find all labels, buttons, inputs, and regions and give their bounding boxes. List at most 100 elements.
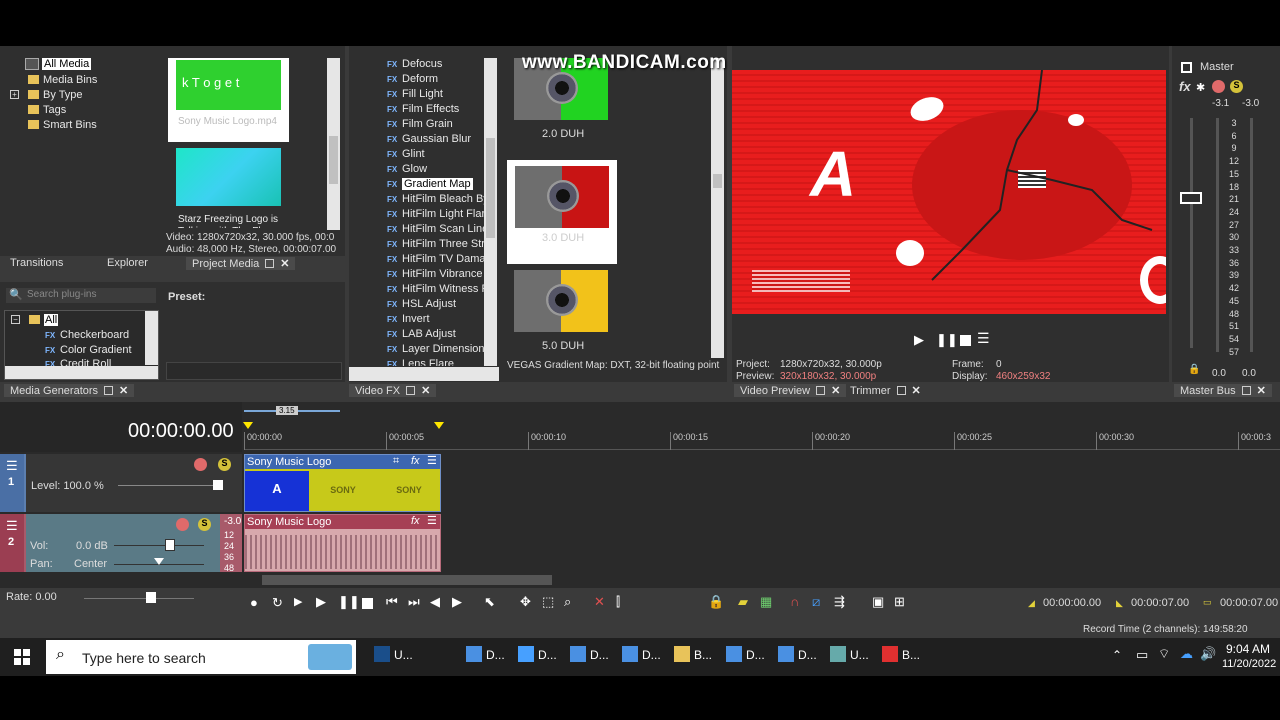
level-slider-thumb[interactable]: [213, 480, 223, 490]
scroll-thumb[interactable]: [486, 138, 495, 238]
track-menu-icon[interactable]: ☰: [6, 458, 18, 474]
taskbar-search[interactable]: ⌕ Type here to search: [46, 640, 356, 674]
vol-slider[interactable]: [114, 545, 204, 546]
fx-item[interactable]: FX Film Effects: [387, 103, 459, 115]
stop-icon[interactable]: [362, 598, 373, 609]
fx-item[interactable]: FX Glint: [387, 148, 425, 160]
close-icon[interactable]: ✕: [280, 257, 289, 270]
clock-time[interactable]: 9:04 AM: [1226, 642, 1270, 656]
collapse-icon[interactable]: −: [11, 315, 20, 324]
record-icon[interactable]: ●: [250, 595, 258, 610]
trim-icon[interactable]: ⫿: [616, 594, 620, 610]
tab-transitions[interactable]: Transitions: [10, 257, 63, 269]
fx-item[interactable]: FX HitFilm Three Stri: [387, 238, 485, 250]
taskbar-app[interactable]: U...: [374, 646, 413, 670]
selection-tool-icon[interactable]: ⬚: [542, 594, 554, 610]
pan-slider-thumb[interactable]: [154, 558, 164, 565]
taskbar-app[interactable]: D...: [726, 646, 765, 670]
generator-checkerboard[interactable]: FX Checkerboard: [45, 329, 129, 341]
close-icon[interactable]: ✕: [831, 384, 840, 397]
solo-icon[interactable]: S: [198, 518, 211, 531]
master-toggle-icon[interactable]: [1181, 62, 1192, 73]
fx-item[interactable]: FX HitFilm Scan Lines: [387, 223, 485, 235]
fx-item[interactable]: FX HitFilm Vibrance: [387, 268, 483, 280]
expand-icon[interactable]: +: [10, 90, 19, 99]
close-icon[interactable]: ✕: [421, 384, 430, 397]
video-clip[interactable]: Sony Music Logo ⌗ fx ☰ A SONY SONY: [244, 454, 441, 512]
scroll-thumb[interactable]: [713, 174, 722, 188]
media-item-sony[interactable]: k T o g e t Sony Music Logo.mp4: [168, 58, 289, 142]
solo-icon[interactable]: S: [1230, 80, 1243, 93]
fx-item[interactable]: FX Glow: [387, 163, 427, 175]
close-icon[interactable]: ✕: [119, 384, 128, 397]
tree-all-media[interactable]: All Media: [42, 58, 92, 70]
tab-project-media[interactable]: Project Media ✕: [186, 257, 296, 270]
timecode[interactable]: 00:00:00.00: [128, 420, 234, 443]
fx-item[interactable]: FX Lens Flare: [387, 358, 454, 366]
audio-clip[interactable]: Sony Music Logo fx ☰: [244, 514, 441, 572]
loop-start-marker[interactable]: [243, 422, 253, 429]
audio-track-header[interactable]: ☰ 2 S Vol: 0.0 dB Pan: Center -3.0 12 24…: [0, 514, 242, 573]
taskbar-app[interactable]: D...: [570, 646, 609, 670]
tree-all[interactable]: All: [29, 314, 59, 326]
taskbar-app[interactable]: D...: [466, 646, 505, 670]
play-icon[interactable]: ▶: [316, 594, 326, 610]
taskbar-app[interactable]: B...: [674, 646, 712, 670]
stop-icon[interactable]: [960, 335, 971, 346]
taskbar-app[interactable]: U...: [830, 646, 869, 670]
mute-icon[interactable]: [194, 458, 207, 471]
marker-icon[interactable]: ▰: [738, 594, 748, 610]
mute-icon[interactable]: [176, 518, 189, 531]
clock-date[interactable]: 11/20/2022: [1222, 658, 1276, 670]
loop-region[interactable]: 3.15: [244, 406, 344, 416]
track-menu-icon[interactable]: ☰: [6, 518, 18, 534]
normal-edit-tool-icon[interactable]: ⬉: [484, 594, 495, 610]
lock-icon[interactable]: 🔒: [1188, 364, 1200, 375]
pause-icon[interactable]: ❚❚: [338, 594, 360, 610]
fx-item[interactable]: FX Layer Dimensiona: [387, 343, 485, 355]
video-track-header[interactable]: ☰ 1 S Level: 100.0 %: [0, 454, 242, 512]
scroll-thumb[interactable]: [329, 136, 338, 184]
undock-icon[interactable]: [265, 259, 275, 268]
taskbar-app[interactable]: B...: [882, 646, 920, 670]
loop-icon[interactable]: ↻: [272, 595, 283, 611]
windows-start-icon[interactable]: [14, 649, 30, 665]
timeline-hscrollbar[interactable]: [260, 574, 1220, 586]
rate-slider-thumb[interactable]: [146, 592, 156, 603]
fx-item[interactable]: FX Fill Light: [387, 88, 443, 100]
crop-icon[interactable]: ⌗: [393, 455, 399, 468]
next-frame-icon[interactable]: ▶: [452, 594, 462, 610]
pause-icon[interactable]: ❚❚: [936, 332, 958, 348]
lock-icon[interactable]: 🔒: [708, 594, 724, 610]
menu-icon[interactable]: ☰: [977, 330, 990, 347]
time-ruler[interactable]: 00:00:00 00:00:05 00:00:10 00:00:15 00:00:20…: [244, 430, 1280, 450]
preset-box[interactable]: [166, 362, 342, 380]
play-from-start-icon[interactable]: ▶: [294, 595, 302, 608]
show-hidden-icons-icon[interactable]: ⌃: [1112, 648, 1122, 662]
lock-envelopes-icon[interactable]: ▣: [872, 594, 884, 610]
zoom-tool-icon[interactable]: ⌕: [564, 594, 571, 610]
fx-icon[interactable]: fx: [1179, 79, 1191, 94]
time-start[interactable]: 00:00:00.00: [1043, 597, 1101, 609]
search-input[interactable]: 🔍 Search plug-ins: [6, 288, 156, 303]
preset-item-3[interactable]: 3.0 DUH: [507, 160, 617, 264]
fx-item[interactable]: FX Gaussian Blur: [387, 133, 471, 145]
clip-menu-icon[interactable]: ☰: [427, 455, 437, 467]
tab-trimmer[interactable]: Trimmer ✕: [850, 384, 921, 397]
tab-explorer[interactable]: Explorer: [107, 257, 148, 269]
tree-smart-bins[interactable]: Smart Bins: [28, 119, 97, 131]
taskbar-app[interactable]: D...: [778, 646, 817, 670]
fx-list-scrollbar[interactable]: [484, 58, 497, 366]
time-end[interactable]: 00:00:07.00: [1131, 597, 1189, 609]
undock-icon[interactable]: [896, 386, 906, 395]
time-length[interactable]: 00:00:07.00: [1220, 597, 1278, 609]
fx-list-hscrollbar[interactable]: [349, 367, 499, 381]
clip-menu-icon[interactable]: ☰: [427, 515, 437, 527]
undock-icon[interactable]: [406, 386, 416, 395]
tab-video-preview[interactable]: Video Preview ✕: [734, 384, 847, 397]
tree-media-bins[interactable]: Media Bins: [28, 74, 97, 86]
fx-item[interactable]: FX HitFilm Bleach By: [387, 193, 485, 205]
auto-crossfade-icon[interactable]: ⧄: [812, 594, 820, 610]
media-item-starz[interactable]: Starz Freezing Logo is Talking with The …: [168, 146, 289, 230]
close-icon[interactable]: ✕: [1257, 384, 1266, 397]
